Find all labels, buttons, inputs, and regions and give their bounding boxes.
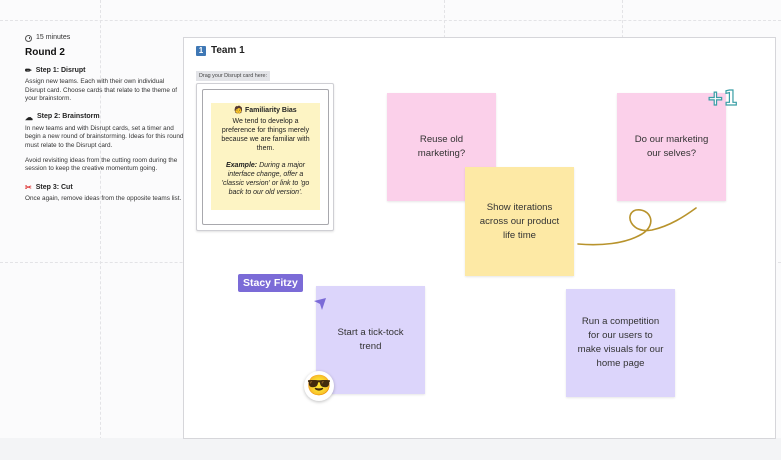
round-title: Round 2 [25, 47, 65, 59]
step-3-title: ✂ Step 3: Cut [25, 183, 73, 193]
collaborator-name-tag: Stacy Fitzy [238, 274, 303, 292]
step-1-title: ✏ Step 1: Disrupt [25, 66, 86, 76]
instructions-panel: 15 minutes Round 2 ✏ Step 1: Disrupt Ass… [25, 34, 185, 214]
disrupt-card[interactable]: 🧑 Familiarity Bias We tend to develop a … [211, 103, 320, 210]
sticky-note[interactable]: Run a competition for our users to make … [566, 289, 675, 397]
step-2-body: In new teams and with Disrupt cards, set… [25, 124, 184, 173]
plus-one-reaction[interactable]: +1 [706, 85, 738, 110]
sticky-note[interactable]: Start a tick-tock trend [316, 286, 425, 394]
cloud-icon: ☁ [25, 112, 33, 122]
grid-line [0, 20, 781, 21]
frame-number-badge: 1 [196, 45, 206, 56]
canvas-bottom-band [0, 438, 781, 460]
timer: 15 minutes [25, 34, 185, 42]
step-1-body: Assign new teams. Each with their own in… [25, 78, 178, 103]
person-icon: 🧑 [234, 107, 243, 114]
pencil-icon: ✏ [25, 66, 32, 76]
sticky-note[interactable]: Show iterations across our product life … [465, 167, 574, 276]
sunglasses-emoji-reaction[interactable]: 😎 [304, 371, 334, 401]
disrupt-card-body: We tend to develop a preference for thin… [221, 118, 310, 152]
collaborator-cursor-icon [314, 298, 326, 310]
step-3-body: Once again, remove ideas from the opposi… [25, 195, 182, 203]
scissors-icon: ✂ [25, 183, 32, 193]
step-2-title: ☁ Step 2: Brainstorm [25, 112, 100, 122]
drag-disrupt-label: Drag your Disrupt card here: [196, 71, 271, 81]
clock-icon [25, 34, 32, 42]
frame-title-label: Team 1 [211, 45, 245, 56]
disrupt-card-example: Example: During a major interface change… [221, 162, 310, 196]
disrupt-card-title: 🧑 Familiarity Bias [234, 107, 297, 114]
timer-label: 15 minutes [36, 34, 71, 41]
connector-squiggle[interactable] [570, 200, 700, 254]
frame-title[interactable]: 1 Team 1 [196, 45, 245, 56]
